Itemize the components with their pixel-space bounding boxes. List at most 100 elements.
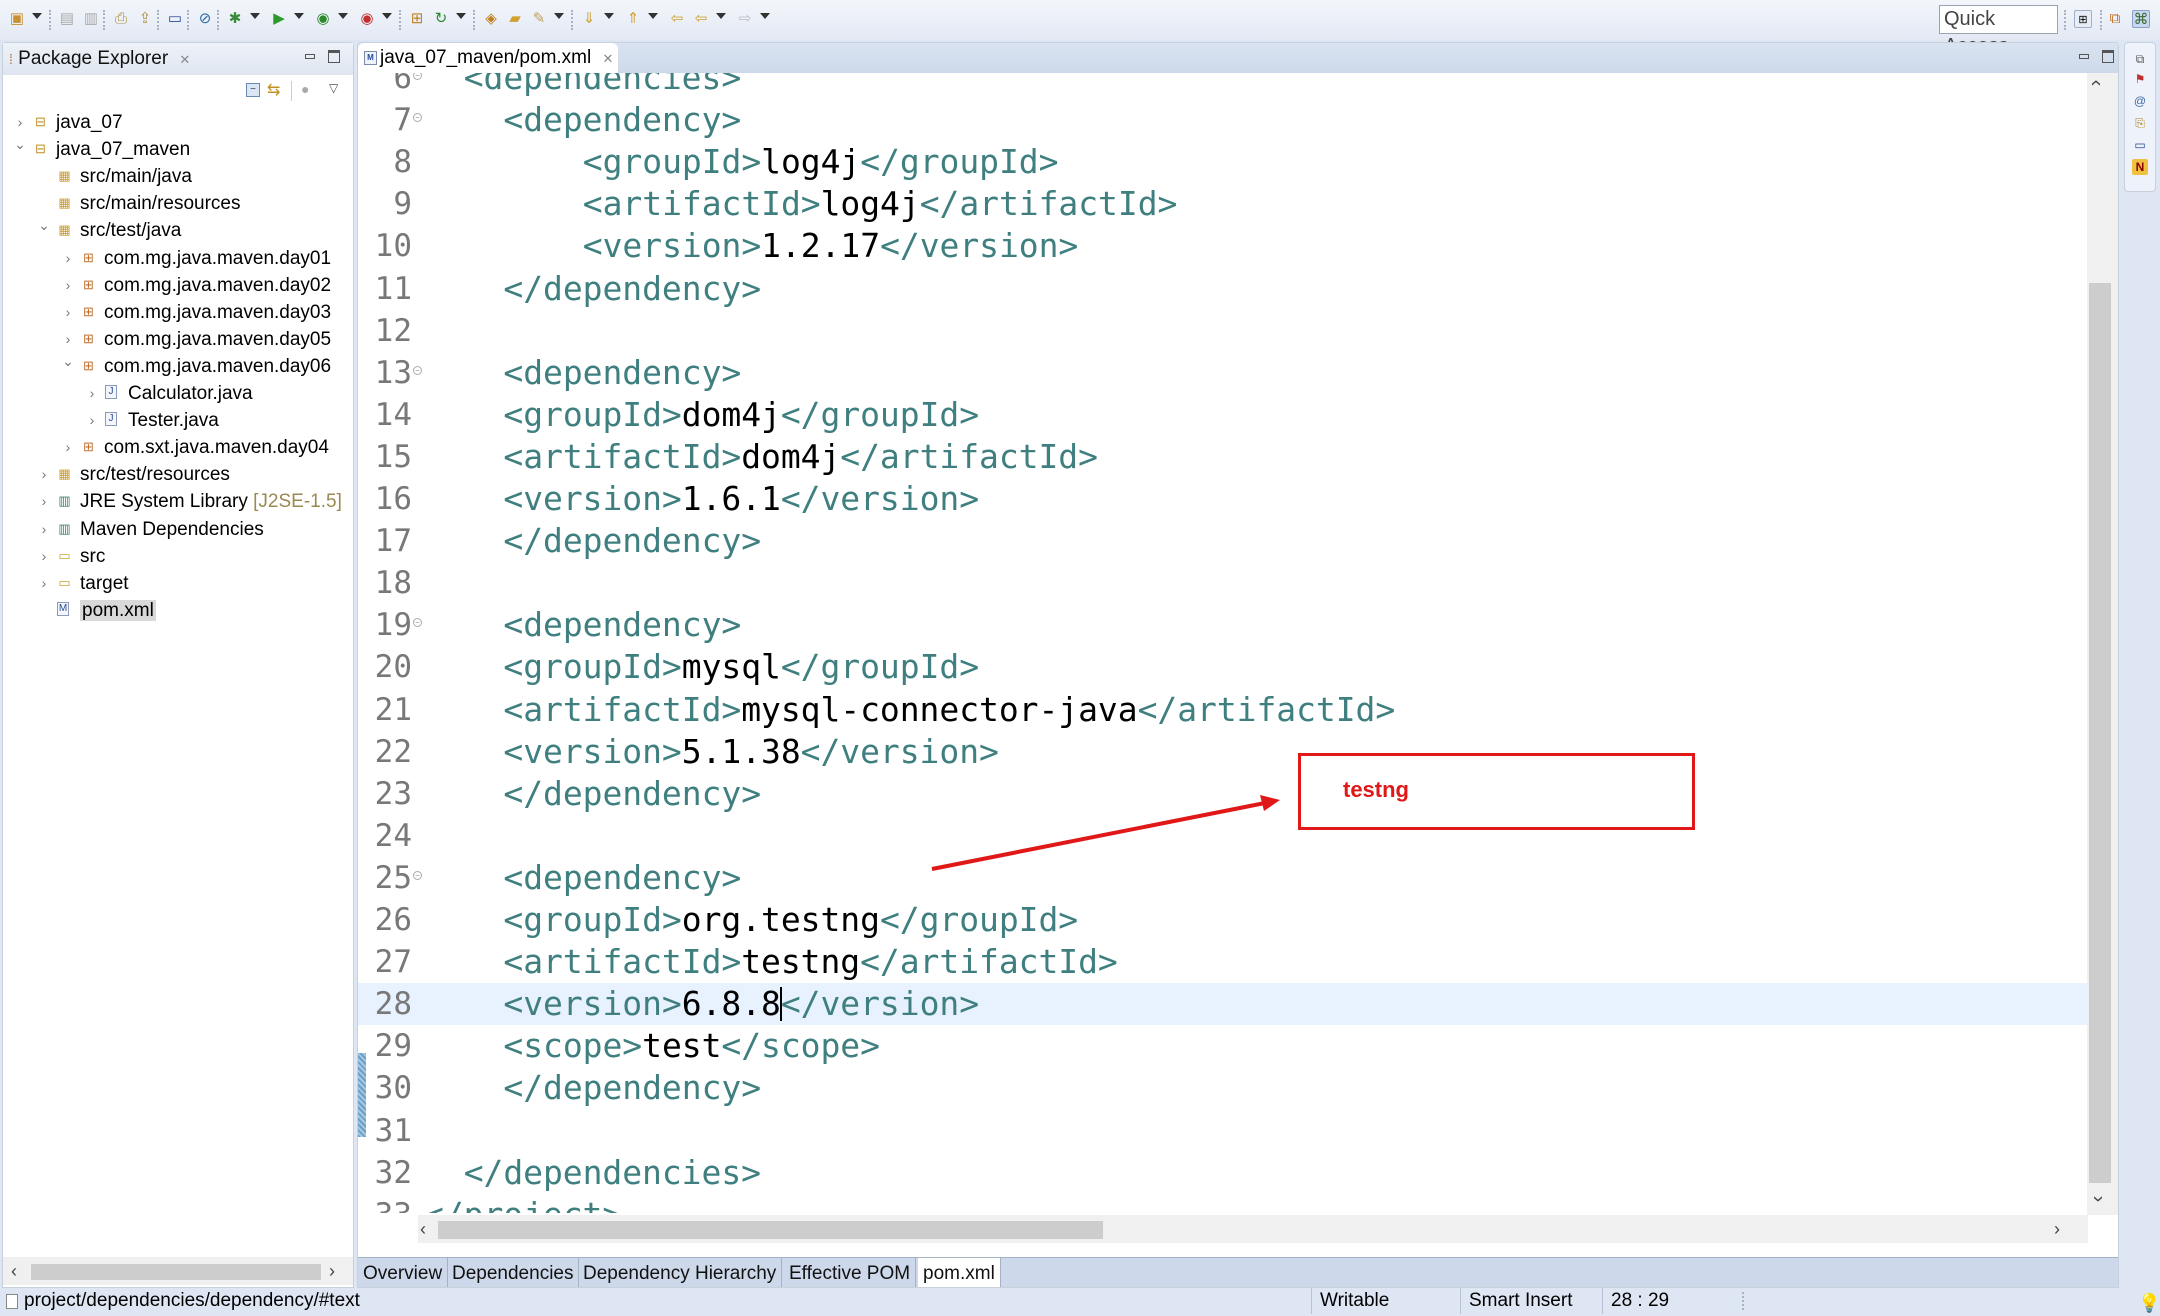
expanded-arrow-icon[interactable]: ⌄	[37, 212, 51, 239]
code-line[interactable]: 26 <groupId>org.testng</groupId>	[358, 899, 2088, 941]
collapsed-arrow-icon[interactable]: ›	[61, 245, 75, 272]
code-line[interactable]: 6− <dependencies>	[358, 73, 2088, 99]
fold-toggle-icon[interactable]: −	[413, 113, 422, 123]
collapsed-arrow-icon[interactable]: ›	[37, 461, 51, 488]
code-line[interactable]: 30 </dependency>	[358, 1067, 2088, 1109]
pom-page-tab-dependencies[interactable]: Dependencies	[447, 1258, 580, 1287]
scroll-left-icon[interactable]: ‹	[11, 1257, 17, 1285]
editor-tab-pom[interactable]: M java_07_maven/pom.xml ✕	[358, 43, 618, 73]
collapsed-arrow-icon[interactable]: ›	[37, 488, 51, 515]
tree-item[interactable]: › ▥ JRE System Library [J2SE-1.5]	[3, 488, 353, 515]
debug-icon[interactable]: ✱	[226, 10, 244, 28]
maximize-icon[interactable]	[2102, 50, 2114, 63]
pom-page-tab-pom-xml[interactable]: pom.xml	[918, 1258, 1001, 1287]
tree-item[interactable]: › ▭ src	[3, 543, 353, 570]
scroll-right-icon[interactable]: ›	[329, 1257, 335, 1285]
tree-item[interactable]: ▦ src/main/java	[3, 163, 353, 190]
tree-item[interactable]: › J Tester.java	[3, 407, 353, 434]
java-perspective-icon[interactable]: ⌘	[2132, 10, 2150, 28]
pom-page-tab-overview[interactable]: Overview	[358, 1258, 449, 1287]
editor-vscrollbar[interactable]: ‹ ›	[2084, 73, 2118, 1215]
code-line[interactable]: 13− <dependency>	[358, 352, 2088, 394]
code-line[interactable]: 15 <artifactId>dom4j</artifactId>	[358, 436, 2088, 478]
external-tools-icon[interactable]: ◉	[358, 10, 376, 28]
minimize-icon[interactable]	[2079, 54, 2089, 59]
forward-icon[interactable]: ⇨	[736, 10, 754, 28]
tree-item[interactable]: › ⊞ com.mg.java.maven.day01	[3, 245, 353, 272]
tree-item[interactable]: ⌄ ⊞ com.mg.java.maven.day06	[3, 353, 353, 380]
code-line[interactable]: 10 <version>1.2.17</version>	[358, 225, 2088, 267]
collapsed-arrow-icon[interactable]: ›	[37, 570, 51, 597]
tree-item[interactable]: › ▥ Maven Dependencies	[3, 516, 353, 543]
package-explorer-hscrollbar[interactable]: ‹ ›	[3, 1257, 353, 1285]
collapsed-arrow-icon[interactable]: ›	[61, 434, 75, 461]
code-line[interactable]: 21 <artifactId>mysql-connector-java</arti…	[358, 689, 2088, 731]
code-line[interactable]: 32 </dependencies>	[358, 1152, 2088, 1194]
close-icon[interactable]: ✕	[179, 52, 190, 67]
code-line[interactable]: 23 </dependency>	[358, 773, 2088, 815]
prev-annotation-icon[interactable]: ⇑	[624, 10, 642, 28]
expanded-arrow-icon[interactable]: ⌄	[13, 131, 27, 158]
dropdown-arrow-icon[interactable]	[250, 13, 260, 19]
open-perspective-icon[interactable]: ⊞	[2074, 10, 2092, 28]
pom-page-tab-effective-pom[interactable]: Effective POM	[784, 1258, 917, 1287]
tree-item[interactable]: › J Calculator.java	[3, 380, 353, 407]
restore-icon[interactable]: ⧉	[2132, 51, 2148, 67]
dropdown-arrow-icon[interactable]	[716, 13, 726, 19]
tree-item[interactable]: › ⊟ java_07	[3, 109, 353, 136]
code-line[interactable]: 9 <artifactId>log4j</artifactId>	[358, 183, 2088, 225]
quick-access-input[interactable]: Quick Access	[1939, 5, 2058, 57]
skip-breakpoints-icon[interactable]: ⊘	[196, 10, 214, 28]
pom-page-tab-dependency-hierarchy[interactable]: Dependency Hierarchy	[578, 1258, 783, 1287]
tree-item[interactable]: Mpom.xml	[3, 597, 353, 624]
tree-item[interactable]: › ⊞ com.sxt.java.maven.day04	[3, 434, 353, 461]
problems-icon[interactable]: ⚑	[2132, 71, 2148, 87]
package-explorer-tab[interactable]: ⁞ Package Explorer ✕	[3, 43, 190, 75]
refresh-icon[interactable]: ↻	[432, 10, 450, 28]
fold-toggle-icon[interactable]: −	[413, 870, 422, 880]
fold-toggle-icon[interactable]: −	[413, 73, 422, 80]
dropdown-arrow-icon[interactable]	[648, 13, 658, 19]
save-icon[interactable]: ▤	[58, 10, 76, 28]
dropdown-arrow-icon[interactable]	[294, 13, 304, 19]
collapsed-arrow-icon[interactable]: ›	[37, 543, 51, 570]
link-with-editor-icon[interactable]: ⇆	[267, 80, 280, 100]
save-all-icon[interactable]: ▥	[82, 10, 100, 28]
dropdown-arrow-icon[interactable]	[456, 13, 466, 19]
tree-item[interactable]: › ▦ src/test/resources	[3, 461, 353, 488]
collapsed-arrow-icon[interactable]: ›	[85, 407, 99, 434]
maximize-icon[interactable]	[328, 50, 340, 63]
code-line[interactable]: 18	[358, 562, 2088, 604]
console-icon[interactable]: ▭	[2132, 137, 2148, 153]
dropdown-arrow-icon[interactable]	[554, 13, 564, 19]
dropdown-arrow-icon[interactable]	[338, 13, 348, 19]
tip-lightbulb-icon[interactable]: 💡	[2138, 1290, 2160, 1316]
code-line[interactable]: 31	[358, 1110, 2088, 1152]
collapsed-arrow-icon[interactable]: ›	[37, 516, 51, 543]
scroll-right-icon[interactable]: ›	[2054, 1215, 2060, 1243]
code-line[interactable]: 28 <version>6.8.8</version>	[358, 983, 2088, 1026]
code-line[interactable]: 22 <version>5.1.38</version>	[358, 731, 2088, 773]
declaration-icon[interactable]: ⎘	[2132, 115, 2148, 131]
javadoc-icon[interactable]: @	[2132, 93, 2148, 109]
expanded-arrow-icon[interactable]: ⌄	[61, 348, 75, 375]
dropdown-arrow-icon[interactable]	[32, 13, 42, 19]
scroll-down-icon[interactable]: ›	[2084, 1196, 2112, 1203]
scrollbar-thumb[interactable]	[31, 1264, 321, 1280]
code-line[interactable]: 11 </dependency>	[358, 268, 2088, 310]
code-line[interactable]: 25− <dependency>	[358, 857, 2088, 899]
back-icon[interactable]: ⇦	[692, 10, 710, 28]
editor-hscrollbar[interactable]: ‹ ›	[418, 1215, 2088, 1243]
tree-item[interactable]: › ⊞ com.mg.java.maven.day03	[3, 299, 353, 326]
scroll-up-icon[interactable]: ‹	[2082, 80, 2110, 87]
open-folder-icon[interactable]: ▰	[506, 10, 524, 28]
minimize-icon[interactable]	[305, 54, 315, 59]
tree-item[interactable]: › ▭ target	[3, 570, 353, 597]
terminal-icon[interactable]: ▭	[166, 10, 184, 28]
focus-on-task-icon[interactable]: ●	[301, 81, 309, 97]
view-menu-icon[interactable]: ▽	[329, 81, 338, 95]
dropdown-arrow-icon[interactable]	[760, 13, 770, 19]
dropdown-arrow-icon[interactable]	[382, 13, 392, 19]
scroll-left-icon[interactable]: ‹	[420, 1215, 426, 1243]
collapse-all-icon[interactable]: −	[246, 83, 260, 97]
